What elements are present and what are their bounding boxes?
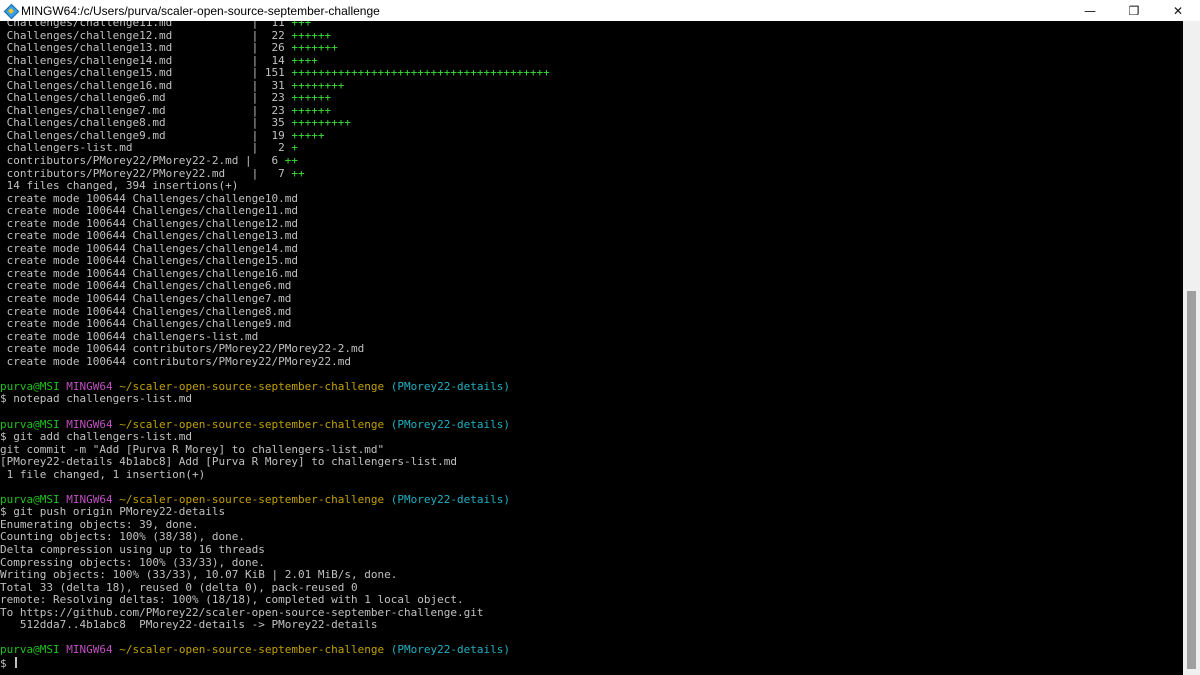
diffstat-file: Challenges/challenge12.md bbox=[0, 28, 252, 42]
vertical-scrollbar[interactable] bbox=[1183, 21, 1200, 675]
maximize-button[interactable]: ❐ bbox=[1112, 0, 1156, 21]
diffstat-bar: ++ bbox=[284, 154, 299, 168]
diffstat-file: Challenges/challenge6.md bbox=[0, 91, 252, 105]
command-line: $ git push origin PMorey22-details bbox=[0, 505, 226, 519]
prompt-system: MINGW64 bbox=[66, 643, 113, 657]
diffstat-summary: 14 files changed, 394 insertions(+) bbox=[0, 179, 239, 193]
prompt-branch: (PMorey22-details) bbox=[390, 643, 510, 657]
terminal-window: MINGW64:/c/Users/purva/scaler-open-sourc… bbox=[0, 0, 1200, 675]
diffstat-count: 6 bbox=[258, 154, 285, 168]
prompt-user: purva@MSI bbox=[0, 643, 60, 657]
diffstat-file: challengers-list.md bbox=[0, 141, 252, 155]
diffstat-separator: | bbox=[251, 128, 265, 142]
window-title: MINGW64:/c/Users/purva/scaler-open-sourc… bbox=[21, 3, 380, 18]
diffstat-count: 35 bbox=[264, 116, 292, 130]
command-prompt-symbol: $ bbox=[0, 656, 14, 670]
diffstat-separator: | bbox=[251, 53, 265, 67]
prompt-path: ~/scaler-open-source-september-challenge bbox=[119, 379, 385, 393]
command-line: $ notepad challengers-list.md bbox=[0, 392, 193, 406]
create-mode-line: create mode 100644 Challenges/challenge1… bbox=[0, 204, 299, 218]
diffstat-bar: ++ bbox=[291, 166, 305, 180]
terminal-output[interactable]: Challenges/challenge11.md | 11 +++ Chall… bbox=[0, 21, 1183, 675]
prompt-branch: (PMorey22-details) bbox=[390, 417, 510, 431]
prompt-branch: (PMorey22-details) bbox=[390, 379, 510, 393]
create-mode-line: create mode 100644 contributors/PMorey22… bbox=[0, 354, 351, 368]
prompt-system: MINGW64 bbox=[66, 417, 113, 431]
prompt-path: ~/scaler-open-source-september-challenge bbox=[119, 643, 385, 657]
prompt-path: ~/scaler-open-source-september-challenge bbox=[119, 492, 385, 506]
diffstat-bar: +++++++++ bbox=[291, 116, 352, 130]
command-output-line: 1 file changed, 1 insertion(+) bbox=[0, 467, 206, 481]
diffstat-separator: | bbox=[251, 103, 265, 117]
diffstat-count: 31 bbox=[264, 78, 292, 92]
diffstat-count: 14 bbox=[264, 53, 292, 67]
prompt-path: ~/scaler-open-source-september-challenge bbox=[119, 417, 385, 431]
diffstat-file: contributors/PMorey22/PMorey22.md bbox=[0, 166, 252, 180]
diffstat-bar: ++++++ bbox=[291, 91, 332, 105]
prompt-branch: (PMorey22-details) bbox=[390, 492, 510, 506]
diffstat-separator: | bbox=[245, 154, 259, 168]
create-mode-line: create mode 100644 Challenges/challenge1… bbox=[0, 229, 299, 243]
diffstat-separator: | bbox=[251, 141, 265, 155]
prompt-user: purva@MSI bbox=[0, 417, 60, 431]
diffstat-separator: | bbox=[251, 78, 265, 92]
prompt-user: purva@MSI bbox=[0, 492, 60, 506]
diffstat-count: 151 bbox=[264, 66, 292, 80]
diffstat-bar: +++++++ bbox=[291, 41, 338, 55]
command-line: $ git add challengers-list.md bbox=[0, 430, 193, 444]
diffstat-file: contributors/PMorey22/PMorey22-2.md bbox=[0, 154, 246, 168]
command-output-line: Delta compression using up to 16 threads bbox=[0, 542, 265, 556]
prompt-system: MINGW64 bbox=[66, 379, 113, 393]
create-mode-line: create mode 100644 Challenges/challenge7… bbox=[0, 292, 292, 306]
window-controls: — ❐ ✕ bbox=[1068, 0, 1200, 21]
diffstat-separator: | bbox=[251, 91, 265, 105]
diffstat-count: 7 bbox=[264, 166, 292, 180]
diffstat-count: 26 bbox=[264, 41, 292, 55]
diffstat-file: Challenges/challenge7.md bbox=[0, 103, 252, 117]
diffstat-bar: +++++++++++++++++++++++++++++++++++++++ bbox=[291, 66, 550, 80]
diffstat-file: Challenges/challenge14.md bbox=[0, 53, 252, 67]
text-cursor bbox=[15, 656, 18, 668]
diffstat-separator: | bbox=[251, 66, 265, 80]
diffstat-bar: +++++ bbox=[291, 128, 325, 142]
scrollbar-thumb[interactable] bbox=[1187, 291, 1196, 669]
prompt-system: MINGW64 bbox=[66, 492, 113, 506]
diffstat-bar: ++++++ bbox=[291, 103, 332, 117]
diffstat-bar: ++++ bbox=[291, 53, 318, 67]
diffstat-separator: | bbox=[251, 166, 265, 180]
diffstat-file: Challenges/challenge15.md bbox=[0, 66, 252, 80]
command-output-line: 512dda7..4b1abc8 PMorey22-details -> PMo… bbox=[0, 618, 378, 632]
close-button[interactable]: ✕ bbox=[1156, 0, 1200, 21]
diffstat-bar: ++++++++ bbox=[291, 78, 345, 92]
title-bar[interactable]: MINGW64:/c/Users/purva/scaler-open-sourc… bbox=[0, 0, 1200, 21]
diffstat-file: Challenges/challenge13.md bbox=[0, 41, 252, 55]
diffstat-file: Challenges/challenge9.md bbox=[0, 128, 252, 142]
diffstat-separator: | bbox=[251, 28, 265, 42]
command-output-line: Writing objects: 100% (33/33), 10.07 KiB… bbox=[0, 568, 398, 582]
diffstat-separator: | bbox=[251, 41, 265, 55]
minimize-button[interactable]: — bbox=[1068, 0, 1112, 21]
diffstat-bar: + bbox=[291, 141, 299, 155]
diffstat-count: 22 bbox=[264, 28, 292, 42]
diffstat-count: 19 bbox=[264, 128, 292, 142]
create-mode-line: create mode 100644 contributors/PMorey22… bbox=[0, 342, 365, 356]
git-bash-icon bbox=[3, 3, 20, 19]
diffstat-bar: ++++++ bbox=[291, 28, 332, 42]
command-output-line: remote: Resolving deltas: 100% (18/18), … bbox=[0, 593, 464, 607]
active-command-line[interactable]: $ bbox=[0, 656, 550, 670]
create-mode-line: create mode 100644 Challenges/challenge9… bbox=[0, 317, 292, 331]
diffstat-separator: | bbox=[251, 116, 265, 130]
prompt-user: purva@MSI bbox=[0, 379, 60, 393]
diffstat-count: 23 bbox=[264, 103, 292, 117]
diffstat-count: 2 bbox=[264, 141, 292, 155]
diffstat-file: Challenges/challenge8.md bbox=[0, 116, 252, 130]
diffstat-file: Challenges/challenge16.md bbox=[0, 78, 252, 92]
command-output-line: [PMorey22-details 4b1abc8] Add [Purva R … bbox=[0, 455, 457, 469]
diffstat-count: 23 bbox=[264, 91, 292, 105]
shell-prompt: purva@MSI MINGW64 ~/scaler-open-source-s… bbox=[0, 644, 550, 657]
